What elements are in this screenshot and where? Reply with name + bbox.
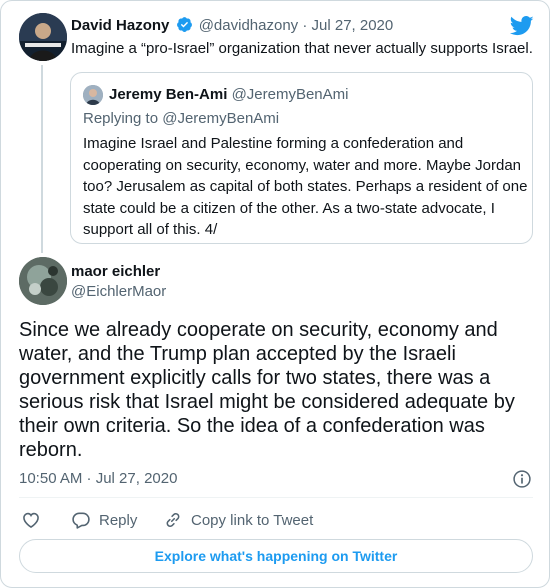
maor-eichler-avatar[interactable] bbox=[19, 257, 67, 305]
parent-tweet-header: David Hazony @davidhazony · Jul 27, 2020 bbox=[71, 16, 393, 36]
main-author-handle[interactable]: @EichlerMaor bbox=[71, 282, 166, 302]
reply-bubble-icon bbox=[72, 512, 90, 529]
heart-icon bbox=[23, 512, 39, 529]
tweet-timestamp[interactable]: 10:50 AM · Jul 27, 2020 bbox=[19, 469, 177, 489]
tweet-embed-card: David Hazony @davidhazony · Jul 27, 2020… bbox=[0, 0, 550, 588]
info-icon[interactable] bbox=[512, 469, 532, 489]
link-icon bbox=[166, 513, 180, 527]
parent-tweet-date[interactable]: Jul 27, 2020 bbox=[312, 17, 394, 34]
reply-button[interactable]: Reply bbox=[71, 509, 137, 531]
david-hazony-avatar[interactable] bbox=[19, 13, 67, 61]
quoted-tweet-text: Imagine Israel and Palestine forming a c… bbox=[83, 135, 528, 238]
quoted-tweet-header: Jeremy Ben-Ami @JeremyBenAmi bbox=[109, 85, 349, 105]
header-separator: · bbox=[302, 17, 308, 34]
quoted-author-name: Jeremy Ben-Ami bbox=[109, 86, 228, 103]
action-divider bbox=[19, 497, 533, 498]
quoted-author-handle: @JeremyBenAmi bbox=[231, 86, 349, 103]
reply-label: Reply bbox=[99, 511, 138, 529]
like-button[interactable] bbox=[21, 509, 41, 531]
explore-twitter-button[interactable]: Explore what's happening on Twitter bbox=[19, 539, 533, 573]
parent-author-handle[interactable]: @davidhazony bbox=[199, 17, 298, 34]
replying-to-label: Replying to @JeremyBenAmi bbox=[83, 110, 280, 127]
jeremy-ben-ami-avatar bbox=[83, 85, 103, 105]
quoted-tweet[interactable]: Jeremy Ben-Ami @JeremyBenAmi Replying to… bbox=[70, 72, 533, 244]
copy-link-label: Copy link to Tweet bbox=[191, 511, 314, 529]
verified-badge-icon bbox=[176, 17, 192, 32]
parent-author-name[interactable]: David Hazony bbox=[71, 17, 169, 34]
parent-tweet-text: Imagine a “pro-Israel” organization that… bbox=[71, 40, 533, 57]
copy-link-button[interactable]: Copy link to Tweet bbox=[163, 509, 313, 531]
twitter-bird-icon[interactable] bbox=[510, 15, 534, 37]
main-tweet-text: Since we already cooperate on security, … bbox=[19, 319, 515, 461]
thread-connector-line bbox=[41, 65, 43, 253]
main-author-name[interactable]: maor eichler bbox=[71, 262, 160, 282]
